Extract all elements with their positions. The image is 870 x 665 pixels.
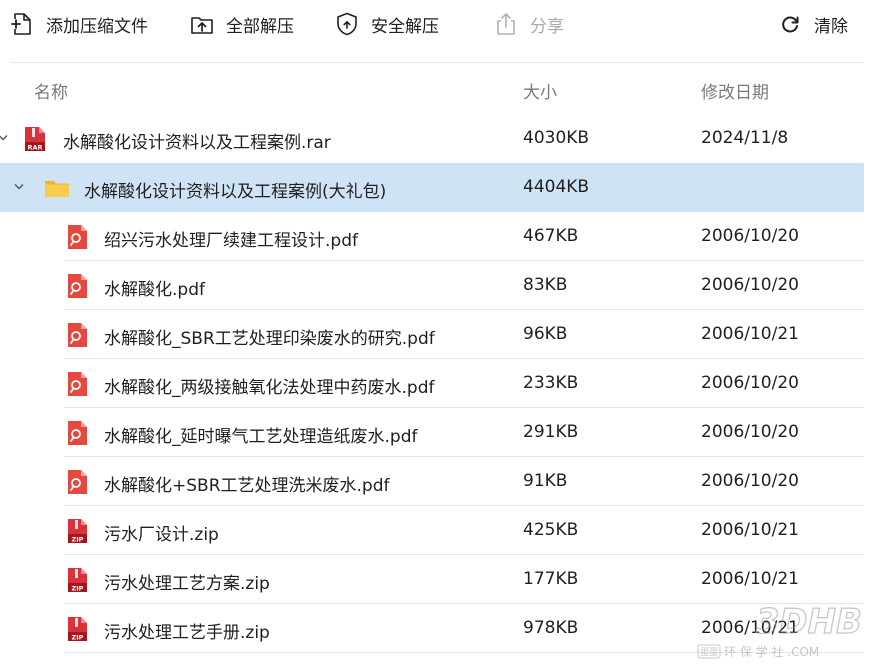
watermark-badge: 蛋蛋 [700,647,718,658]
list-item[interactable]: 水解酸化_延时曝气工艺处理造纸废水.pdf 291KB 2006/10/20 [0,408,864,457]
extract-icon [188,10,216,38]
safe-extract-button[interactable]: 安全解压 [333,6,439,42]
list-item[interactable]: ZIP 污水处理工艺方案.zip 177KB 2006/10/21 [0,555,864,604]
file-date: 2024/11/8 [701,128,789,148]
watermark-logo-text: 3DHB [756,602,862,642]
pdf-file-icon [64,419,90,447]
zip-file-icon: ZIP [64,566,90,594]
file-size: 978KB [523,618,579,638]
file-date: 2006/10/20 [701,275,799,295]
file-size: 233KB [523,373,579,393]
file-size: 4030KB [523,128,590,148]
pdf-file-icon [64,272,90,300]
file-size: 467KB [523,226,579,246]
zip-file-icon: ZIP [64,615,90,643]
pdf-file-icon [64,370,90,398]
clear-label: 清除 [814,16,848,37]
file-size: 91KB [523,471,568,491]
list-item[interactable]: 水解酸化_SBR工艺处理印染废水的研究.pdf 96KB 2006/10/21 [0,310,864,359]
column-date-header[interactable]: 修改日期 [701,78,769,103]
file-size: 177KB [523,569,579,589]
safe-extract-label: 安全解压 [371,16,439,37]
file-size: 425KB [523,520,579,540]
svg-text:ZIP: ZIP [72,585,84,593]
file-name: 污水处理工艺手册.zip [104,623,270,643]
list-item[interactable]: 水解酸化设计资料以及工程案例(大礼包) 4404KB [0,163,864,212]
file-size: 96KB [523,324,568,344]
list-item[interactable]: RAR 水解酸化设计资料以及工程案例.rar 4030KB 2024/11/8 [0,114,864,163]
file-name: 污水处理工艺方案.zip [104,574,270,594]
file-date: 2006/10/21 [701,569,799,589]
list-item[interactable]: 水解酸化_两级接触氧化法处理中药废水.pdf 233KB 2006/10/20 [0,359,864,408]
pdf-file-icon [64,321,90,349]
column-size-header[interactable]: 大小 [523,78,557,103]
file-name: 污水厂设计.zip [104,525,219,545]
share-label: 分享 [530,16,564,37]
list-item[interactable]: ZIP 污水厂设计.zip 425KB 2006/10/21 [0,506,864,555]
pdf-file-icon [64,223,90,251]
column-name-header[interactable]: 名称 [34,78,68,103]
file-name: 水解酸化_延时曝气工艺处理造纸废水.pdf [104,427,418,447]
file-name: 水解酸化设计资料以及工程案例.rar [63,133,331,153]
rar-file-icon: RAR [22,125,48,153]
clear-button[interactable]: 清除 [776,6,848,42]
file-size: 4404KB [523,177,590,197]
file-name: 绍兴污水处理厂续建工程设计.pdf [104,231,358,251]
add-archive-button[interactable]: 添加压缩文件 [8,6,148,42]
file-date: 2006/10/20 [701,471,799,491]
column-header: 名称 大小 修改日期 [10,62,864,114]
list-item[interactable]: 水解酸化.pdf 83KB 2006/10/20 [0,261,864,310]
svg-text:ZIP: ZIP [72,634,84,642]
add-file-icon [8,10,36,38]
refresh-icon [776,10,804,38]
chevron-down-icon[interactable] [12,179,26,195]
watermark-logo: 3DHB 蛋蛋 环 保 学 社 .COM [694,601,864,661]
folder-icon [43,174,69,202]
chevron-down-icon[interactable] [0,130,10,146]
file-name: 水解酸化.pdf [104,280,205,300]
file-name: 水解酸化+SBR工艺处理洗米废水.pdf [104,476,390,496]
shield-icon [333,10,361,38]
add-archive-label: 添加压缩文件 [46,16,148,37]
extract-all-button[interactable]: 全部解压 [188,6,294,42]
file-date: 2006/10/21 [701,520,799,540]
svg-text:ZIP: ZIP [72,536,84,544]
zip-file-icon: ZIP [64,517,90,545]
list-item[interactable]: 绍兴污水处理厂续建工程设计.pdf 467KB 2006/10/20 [0,212,864,261]
share-button[interactable]: 分享 [492,6,564,42]
file-date: 2006/10/20 [701,226,799,246]
file-size: 291KB [523,422,579,442]
file-name: 水解酸化_两级接触氧化法处理中药废水.pdf [104,378,435,398]
file-size: 83KB [523,275,568,295]
file-date: 2006/10/20 [701,373,799,393]
list-item[interactable]: 水解酸化+SBR工艺处理洗米废水.pdf 91KB 2006/10/20 [0,457,864,506]
toolbar: 添加压缩文件 全部解压 安全解压 分享 清除 [0,0,870,50]
extract-all-label: 全部解压 [226,16,294,37]
pdf-file-icon [64,468,90,496]
share-icon [492,10,520,38]
file-date: 2006/10/21 [701,324,799,344]
watermark-subtext: 环 保 学 社 .COM [724,644,819,659]
file-name: 水解酸化设计资料以及工程案例(大礼包) [84,182,387,202]
file-name: 水解酸化_SBR工艺处理印染废水的研究.pdf [104,329,435,349]
file-date: 2006/10/20 [701,422,799,442]
svg-text:RAR: RAR [27,144,42,152]
